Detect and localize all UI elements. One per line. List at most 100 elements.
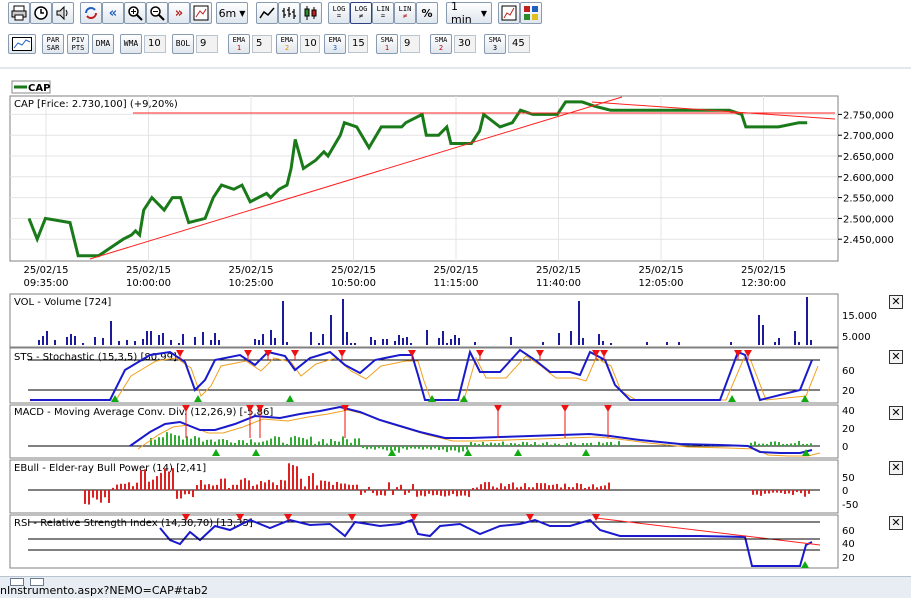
elder-ray-bar (288, 463, 290, 490)
macd-histogram-bar (478, 443, 480, 446)
sma2-button[interactable]: SMA 2 (430, 34, 452, 54)
ema3-button[interactable]: EMA 3 (324, 34, 346, 54)
volume-bar (194, 337, 196, 345)
volume-bar (66, 337, 68, 345)
macd-histogram-bar (410, 446, 412, 449)
lin-scale-button[interactable]: LIN = (372, 2, 394, 24)
macd-histogram-bar (610, 441, 612, 446)
elder-ray-bar (524, 483, 526, 490)
macd-histogram-bar (782, 443, 784, 446)
sma3-period-input[interactable]: 45 (508, 35, 530, 53)
timeframe-select[interactable]: 6m ▼ (216, 2, 248, 24)
elder-ray-bar (256, 484, 258, 490)
par-sar-button[interactable]: PAR SAR (42, 34, 64, 54)
close-stochastic-panel-icon[interactable]: ✕ (889, 350, 903, 364)
zoom-in-icon[interactable] (124, 2, 146, 24)
macd-histogram-bar (358, 438, 360, 446)
close-elder-ray-panel-icon[interactable]: ✕ (889, 461, 903, 475)
macd-histogram-bar (206, 439, 208, 446)
close-rsi-panel-icon[interactable]: ✕ (889, 516, 903, 530)
close-volume-panel-icon[interactable]: ✕ (889, 295, 903, 309)
ema1-period-input[interactable]: 5 (252, 35, 272, 53)
sma2-period-input[interactable]: 30 (454, 35, 476, 53)
x-tick-time: 10:25:00 (229, 278, 274, 289)
volume-bar (126, 340, 128, 345)
candlestick-icon[interactable] (300, 2, 322, 24)
macd-histogram-bar (354, 438, 356, 446)
wma-period-input[interactable]: 10 (144, 35, 166, 53)
wma-button[interactable]: WMA (120, 34, 142, 54)
macd-histogram-bar (350, 442, 352, 446)
elder-ray-bar (480, 484, 482, 490)
volume-bar (178, 343, 180, 345)
add-indicator-icon[interactable] (8, 34, 36, 54)
log-scale-button[interactable]: LOG = (328, 2, 350, 24)
elder-ray-bar (752, 490, 754, 495)
elder-ray-bar (356, 484, 358, 490)
ema2-button[interactable]: EMA 2 (276, 34, 298, 54)
macd-histogram-bar (482, 441, 484, 446)
volume-bar (146, 331, 148, 345)
macd-histogram-bar (810, 443, 812, 446)
elder-ray-bar (152, 479, 154, 490)
macd-histogram-bar (498, 443, 500, 446)
sma1-period-input[interactable]: 9 (400, 35, 420, 53)
elder-ray-bar (164, 468, 166, 490)
percent-button[interactable]: % (416, 2, 438, 24)
elder-ray-bar (424, 490, 426, 497)
price-tick-label: 2.700,000 (843, 131, 894, 142)
volume-bar (218, 340, 220, 345)
macd-histogram-bar (490, 442, 492, 446)
bar-chart-icon[interactable] (278, 2, 300, 24)
macd-tick-3: 0 (842, 442, 848, 453)
color-palette-icon[interactable] (520, 2, 542, 24)
volume-bar (798, 342, 800, 345)
ema3-period-input[interactable]: 15 (348, 35, 368, 53)
macd-histogram-bar (794, 443, 796, 446)
speaker-icon[interactable] (52, 2, 74, 24)
sts-tick-1: 60 (842, 366, 855, 377)
ema1-button[interactable]: EMA 1 (228, 34, 250, 54)
chart-settings-icon[interactable] (498, 2, 520, 24)
elder-ray-bar (328, 481, 330, 490)
dma-button[interactable]: DMA (92, 34, 114, 54)
macd-histogram-bar (162, 437, 164, 446)
volume-bar (598, 334, 600, 345)
elder-ray-bar (604, 485, 606, 490)
macd-histogram-bar (750, 442, 752, 446)
volume-bar (202, 332, 204, 345)
x-tick-time: 11:15:00 (434, 278, 479, 289)
interval-select[interactable]: 1 min ▼ (446, 0, 492, 26)
sma3-button[interactable]: SMA 3 (484, 34, 506, 54)
elder-ray-bar (608, 482, 610, 490)
rewind-icon[interactable]: « (102, 2, 124, 24)
elder-ray-bar (184, 490, 186, 495)
refresh-icon[interactable] (80, 2, 102, 24)
elder-ray-bar (132, 486, 134, 490)
print-icon[interactable] (8, 2, 30, 24)
volume-bar (110, 321, 112, 345)
bol-period-input[interactable]: 9 (196, 35, 218, 53)
elder-ray-bar (444, 490, 446, 497)
volume-bar (382, 339, 384, 345)
sma1-button[interactable]: SMA 1 (376, 34, 398, 54)
fast-forward-icon[interactable]: » (168, 2, 190, 24)
clock-icon[interactable] (30, 2, 52, 24)
macd-histogram-bar (290, 437, 292, 446)
ema2-period-input[interactable]: 10 (300, 35, 320, 53)
chart-area[interactable]: CAP CAP [Price: 2.730,100] (+9,20%) 2.75… (0, 66, 911, 576)
elder-ray-bar (572, 487, 574, 490)
macd-histogram-bar (546, 441, 548, 446)
log-scale-alt-button[interactable]: LOG ≠ (350, 2, 372, 24)
line-chart-icon[interactable] (256, 2, 278, 24)
piv-pts-button[interactable]: PIV PTS (67, 34, 89, 54)
macd-histogram-bar (314, 443, 316, 446)
close-macd-panel-icon[interactable]: ✕ (889, 406, 903, 420)
macd-histogram-bar (554, 443, 556, 446)
volume-bar (214, 333, 216, 345)
bol-button[interactable]: BOL (172, 34, 194, 54)
zoom-out-icon[interactable] (146, 2, 168, 24)
elder-ray-bar (220, 478, 222, 490)
autoscale-icon[interactable] (190, 2, 212, 24)
lin-scale-alt-button[interactable]: LIN ≠ (394, 2, 416, 24)
